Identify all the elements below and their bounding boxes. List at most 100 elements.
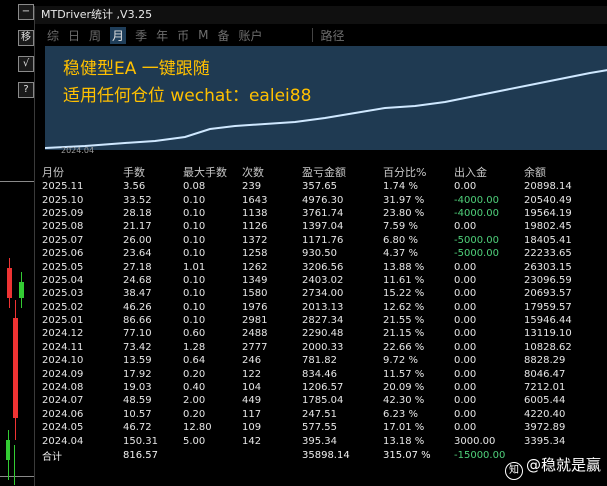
column-header[interactable]: 手数: [123, 164, 183, 180]
total-cell: 合计: [42, 451, 62, 463]
ad-line-1: 稳健型EA 一键跟随: [63, 59, 210, 79]
table-row: 2025.02 46.26 0.10 1976 2013.13 12.62 % 0.00 17…: [42, 301, 594, 314]
menu-tab[interactable]: 周: [89, 27, 101, 44]
help-button[interactable]: ?: [18, 82, 34, 98]
table-cell: 2488: [242, 328, 268, 340]
table-row: 2025.06 23.64 0.10 1258 930.50 4.37 % -5000.00…: [42, 247, 594, 260]
table-cell: 7.59 %: [383, 221, 418, 233]
move-button[interactable]: 移: [18, 30, 34, 46]
table-cell: 1.01: [183, 261, 206, 273]
table-cell: 46.72: [123, 422, 152, 434]
table-cell: 3761.74: [302, 207, 344, 219]
table-cell: 1643: [242, 194, 268, 206]
table-cell: 0.60: [183, 328, 206, 340]
table-cell: 9.72 %: [383, 355, 418, 367]
menu-tab[interactable]: 季: [135, 27, 147, 44]
table-cell: 5.00: [183, 435, 206, 447]
table-cell: 2025.11: [42, 181, 84, 193]
table-cell: 0.10: [183, 207, 206, 219]
candle: [13, 318, 18, 418]
table-cell: 1258: [242, 248, 268, 260]
table-cell: 20.09 %: [383, 382, 425, 394]
menu-tab[interactable]: M: [198, 28, 208, 42]
table-cell: 2024.10: [42, 355, 84, 367]
column-header[interactable]: 次数: [242, 164, 302, 180]
table-cell: 2024.08: [42, 382, 84, 394]
table-cell: 6.80 %: [383, 234, 418, 246]
menu-route[interactable]: 路径: [321, 27, 345, 44]
menu-tab[interactable]: 币: [177, 27, 189, 44]
minimize-button[interactable]: −: [18, 4, 34, 20]
table-cell: 246: [242, 355, 262, 367]
table-cell: 2025.03: [42, 288, 84, 300]
table-cell: 73.42: [123, 341, 152, 353]
table-cell: 17959.57: [524, 301, 572, 313]
table-row: 2025.11 3.56 0.08 239 357.65 1.74 % 0.00 20898.…: [42, 180, 594, 193]
table-cell: -5000.00: [454, 234, 499, 246]
table-cell: 0.20: [183, 368, 206, 380]
table-row: 2024.08 19.03 0.40 104 1206.57 20.09 % 0.00 721…: [42, 381, 594, 394]
menu-tab[interactable]: 日: [68, 27, 80, 44]
table-cell: 2025.02: [42, 301, 84, 313]
table-cell: 0.10: [183, 248, 206, 260]
monthly-stats-table: 月份 手数 最大手数 次数 盈亏金额 百分比% 出入金 余额 2025.11 3.56 0.08 2…: [42, 164, 594, 463]
table-cell: 10.57: [123, 408, 152, 420]
table-cell: 2024.09: [42, 368, 84, 380]
menu-tab[interactable]: 备: [217, 27, 229, 44]
column-header[interactable]: 月份: [42, 164, 123, 180]
table-cell: 0.10: [183, 234, 206, 246]
menu-tab[interactable]: 年: [156, 27, 168, 44]
table-cell: 17.92: [123, 368, 152, 380]
table-row: 2024.09 17.92 0.20 122 834.46 11.57 % 0.00 8046…: [42, 367, 594, 380]
table-cell: 12.62 %: [383, 301, 425, 313]
candle: [7, 268, 12, 298]
table-cell: 1976: [242, 301, 268, 313]
table-cell: 11.57 %: [383, 368, 425, 380]
column-header[interactable]: 百分比%: [383, 164, 454, 180]
table-cell: 12.80: [183, 422, 212, 434]
menu-tab[interactable]: 账户: [238, 27, 262, 44]
column-header[interactable]: 盈亏金额: [302, 164, 383, 180]
table-cell: 2025.04: [42, 274, 84, 286]
table-cell: 577.55: [302, 422, 337, 434]
check-button[interactable]: √: [18, 56, 34, 72]
table-cell: 2734.00: [302, 288, 344, 300]
menu-tab[interactable]: 月: [110, 26, 127, 44]
column-header[interactable]: 最大手数: [183, 164, 242, 180]
table-cell: 26.00: [123, 234, 152, 246]
table-cell: 3395.34: [524, 435, 566, 447]
table-row: 2024.04 150.31 5.00 142 395.34 13.18 % 3000.00…: [42, 434, 594, 447]
menu-separator: [311, 28, 313, 42]
table-cell: 0.00: [454, 341, 477, 353]
column-header[interactable]: 出入金: [454, 164, 524, 180]
table-row: 2025.08 21.17 0.10 1126 1397.04 7.59 % 0.00 198…: [42, 220, 594, 233]
table-cell: 2024.06: [42, 408, 84, 420]
total-cell: 35898.14: [302, 449, 350, 461]
table-cell: -5000.00: [454, 248, 499, 260]
table-cell: 2025.08: [42, 221, 84, 233]
menu-tab[interactable]: 综: [47, 27, 59, 44]
left-toolbar: − 移 √ ?: [18, 4, 34, 108]
table-cell: 0.10: [183, 274, 206, 286]
table-cell: 2777: [242, 341, 268, 353]
candle: [19, 282, 24, 298]
table-cell: 1397.04: [302, 221, 344, 233]
column-header[interactable]: 余额: [524, 164, 594, 180]
table-cell: 3206.56: [302, 261, 344, 273]
table-cell: 0.20: [183, 408, 206, 420]
table-cell: 0.00: [454, 368, 477, 380]
table-cell: 8828.29: [524, 355, 566, 367]
table-cell: 1.28: [183, 341, 206, 353]
table-cell: 0.10: [183, 315, 206, 327]
table-cell: 0.00: [454, 274, 477, 286]
table-cell: 117: [242, 408, 262, 420]
table-cell: 2024.07: [42, 395, 84, 407]
table-cell: 13.59: [123, 355, 152, 367]
table-cell: -4000.00: [454, 207, 499, 219]
table-row: 2025.05 27.18 1.01 1262 3206.56 13.88 % 0.00 26…: [42, 260, 594, 273]
table-cell: 48.59: [123, 395, 152, 407]
table-cell: 0.00: [454, 288, 477, 300]
table-cell: 142: [242, 435, 262, 447]
watermark: 知 @稳就是赢: [504, 454, 601, 480]
ad-line-2: 适用任何仓位 wechat：ealei88: [63, 86, 312, 106]
